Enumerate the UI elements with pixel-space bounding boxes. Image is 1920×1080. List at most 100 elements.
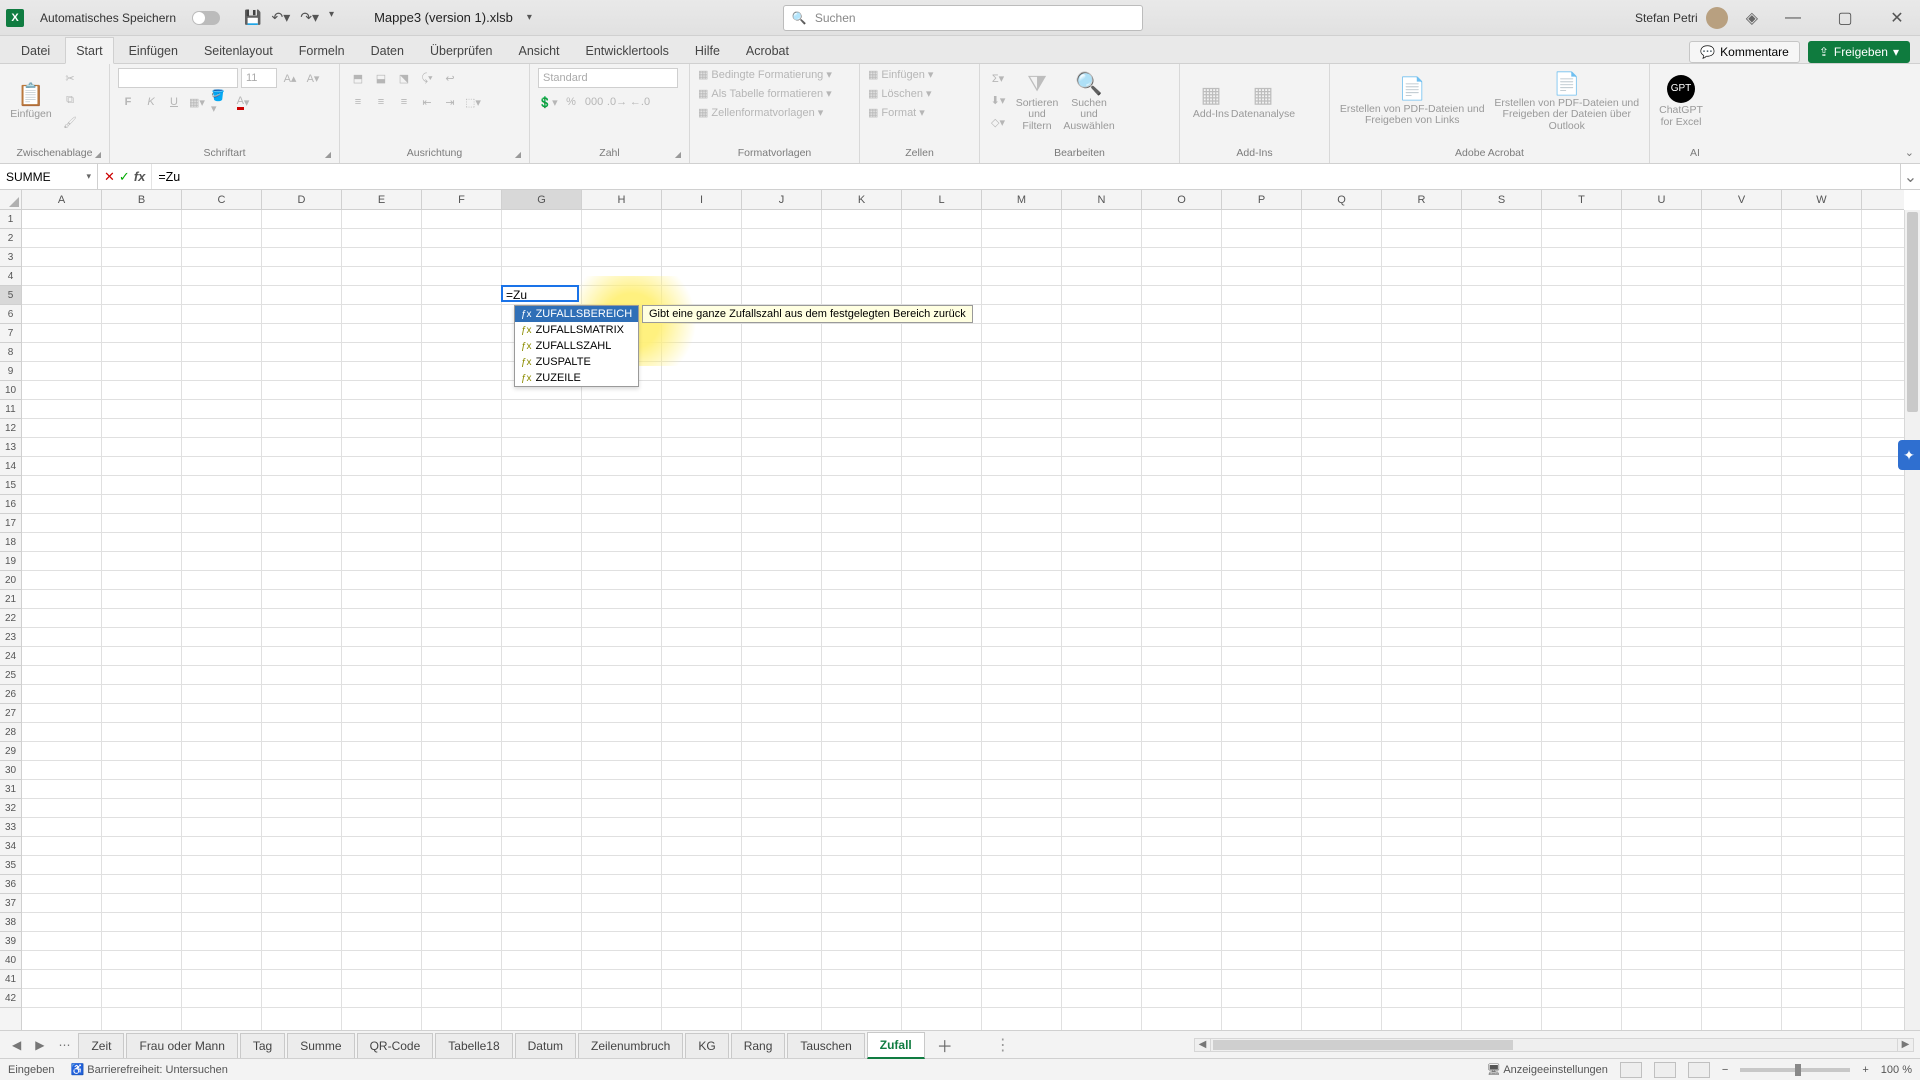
row-header[interactable]: 33 [0, 818, 21, 837]
font-name-combo[interactable] [118, 68, 238, 88]
cell-editor[interactable]: =Zu [501, 285, 579, 302]
column-header[interactable]: I [662, 190, 742, 209]
account-button[interactable]: Stefan Petri [1635, 7, 1728, 29]
italic-button[interactable]: K [141, 92, 161, 112]
wrap-text-button[interactable]: ↩ [440, 68, 460, 88]
align-bottom-button[interactable]: ⬔ [394, 68, 414, 88]
decrease-font-button[interactable]: A▾ [303, 68, 323, 88]
row-header[interactable]: 10 [0, 381, 21, 400]
row-header[interactable]: 30 [0, 761, 21, 780]
row-header[interactable]: 1 [0, 210, 21, 229]
sheet-tab[interactable]: Zeit [78, 1033, 124, 1058]
column-header[interactable]: P [1222, 190, 1302, 209]
side-panel-toggle[interactable]: ✦ [1898, 440, 1920, 470]
row-header[interactable]: 9 [0, 362, 21, 381]
fill-button[interactable]: ⬇▾ [988, 90, 1008, 110]
column-header[interactable]: G [502, 190, 582, 209]
addins-button[interactable]: ▦Add-Ins [1188, 68, 1234, 136]
row-header[interactable]: 16 [0, 495, 21, 514]
border-button[interactable]: ▦▾ [187, 92, 207, 112]
clipboard-launcher-icon[interactable]: ◢ [95, 150, 101, 159]
accounting-button[interactable]: 💲▾ [538, 92, 558, 112]
column-header[interactable]: N [1062, 190, 1142, 209]
row-header[interactable]: 17 [0, 514, 21, 533]
decrease-decimal-button[interactable]: ←.0 [630, 92, 650, 112]
column-headers[interactable]: ABCDEFGHIJKLMNOPQRSTUVW [22, 190, 1904, 210]
sheet-tab[interactable]: Tauschen [787, 1033, 864, 1058]
row-header[interactable]: 37 [0, 894, 21, 913]
row-header[interactable]: 41 [0, 970, 21, 989]
copy-button[interactable]: ⧉ [60, 90, 80, 110]
cancel-formula-button[interactable]: ✕ [104, 169, 115, 185]
column-header[interactable]: O [1142, 190, 1222, 209]
increase-indent-button[interactable]: ⇥ [440, 92, 460, 112]
row-header[interactable]: 12 [0, 419, 21, 438]
cells-area[interactable]: =ZuƒxZUFALLSBEREICHƒxZUFALLSMATRIXƒxZUFA… [22, 210, 1904, 1030]
row-header[interactable]: 23 [0, 628, 21, 647]
ribbon-tab-hilfe[interactable]: Hilfe [684, 37, 731, 63]
row-header[interactable]: 24 [0, 647, 21, 666]
increase-decimal-button[interactable]: .0→ [607, 92, 627, 112]
row-header[interactable]: 18 [0, 533, 21, 552]
column-header[interactable]: A [22, 190, 102, 209]
data-analysis-button[interactable]: ▦Datenanalyse [1240, 68, 1286, 136]
row-header[interactable]: 20 [0, 571, 21, 590]
row-header[interactable]: 25 [0, 666, 21, 685]
row-header[interactable]: 14 [0, 457, 21, 476]
row-header[interactable]: 40 [0, 951, 21, 970]
accept-formula-button[interactable]: ✓ [119, 169, 130, 185]
chatgpt-button[interactable]: GPTChatGPT for Excel [1658, 68, 1704, 136]
delete-cells-button[interactable]: ▦ Löschen ▾ [868, 87, 933, 100]
autocomplete-item[interactable]: ƒxZUFALLSZAHL [515, 338, 638, 354]
comma-button[interactable]: 000 [584, 92, 604, 112]
row-header[interactable]: 4 [0, 267, 21, 286]
row-header[interactable]: 34 [0, 837, 21, 856]
orientation-button[interactable]: ⤹▾ [417, 68, 437, 88]
vertical-scrollbar[interactable] [1904, 210, 1920, 1030]
share-button[interactable]: ⇪ Freigeben ▾ [1808, 41, 1910, 63]
row-header[interactable]: 36 [0, 875, 21, 894]
autosum-button[interactable]: Σ▾ [988, 68, 1008, 88]
insert-cells-button[interactable]: ▦ Einfügen ▾ [868, 68, 933, 81]
ribbon-tab-daten[interactable]: Daten [360, 37, 415, 63]
sheet-tab[interactable]: Tabelle18 [435, 1033, 512, 1058]
sheet-tab[interactable]: KG [685, 1033, 728, 1058]
filename-dropdown-icon[interactable]: ▾ [527, 12, 532, 23]
page-layout-view-button[interactable] [1654, 1062, 1676, 1078]
row-header[interactable]: 29 [0, 742, 21, 761]
row-header[interactable]: 27 [0, 704, 21, 723]
sheet-splitter[interactable]: ⋮ [995, 1035, 1011, 1055]
merge-button[interactable]: ⬚▾ [463, 92, 483, 112]
cut-button[interactable]: ✂ [60, 68, 80, 88]
row-header[interactable]: 35 [0, 856, 21, 875]
zoom-level[interactable]: 100 % [1881, 1064, 1912, 1076]
row-header[interactable]: 32 [0, 799, 21, 818]
row-headers[interactable]: 1234567891011121314151617181920212223242… [0, 210, 22, 1030]
column-header[interactable]: H [582, 190, 662, 209]
row-header[interactable]: 19 [0, 552, 21, 571]
display-settings-button[interactable]: 🖥 Anzeigeeinstellungen [1487, 1063, 1608, 1076]
normal-view-button[interactable] [1620, 1062, 1642, 1078]
sort-filter-button[interactable]: ⧩Sortieren und Filtern [1014, 68, 1060, 136]
zoom-slider[interactable] [1740, 1068, 1850, 1072]
ribbon-tab-einfügen[interactable]: Einfügen [118, 37, 189, 63]
row-header[interactable]: 39 [0, 932, 21, 951]
horizontal-scrollbar[interactable]: ◀ ▶ [1194, 1038, 1914, 1052]
ribbon-tab-start[interactable]: Start [65, 37, 113, 64]
underline-button[interactable]: U [164, 92, 184, 112]
autocomplete-item[interactable]: ƒxZUFALLSMATRIX [515, 322, 638, 338]
column-header[interactable]: B [102, 190, 182, 209]
expand-formula-bar-icon[interactable]: ⌄ [1900, 164, 1920, 189]
font-size-combo[interactable]: 11 [241, 68, 277, 88]
ribbon-tab-ansicht[interactable]: Ansicht [508, 37, 571, 63]
column-header[interactable]: C [182, 190, 262, 209]
row-header[interactable]: 3 [0, 248, 21, 267]
sheet-nav-menu[interactable]: ⋯ [52, 1038, 76, 1052]
column-header[interactable]: W [1782, 190, 1862, 209]
bold-button[interactable]: F [118, 92, 138, 112]
paste-button[interactable]: 📋Einfügen [8, 68, 54, 136]
row-header[interactable]: 42 [0, 989, 21, 1008]
ribbon-tab-datei[interactable]: Datei [10, 37, 61, 63]
pdf-links-button[interactable]: 📄Erstellen von PDF-Dateien und Freigeben… [1338, 68, 1487, 136]
scrollbar-thumb[interactable] [1907, 212, 1918, 412]
